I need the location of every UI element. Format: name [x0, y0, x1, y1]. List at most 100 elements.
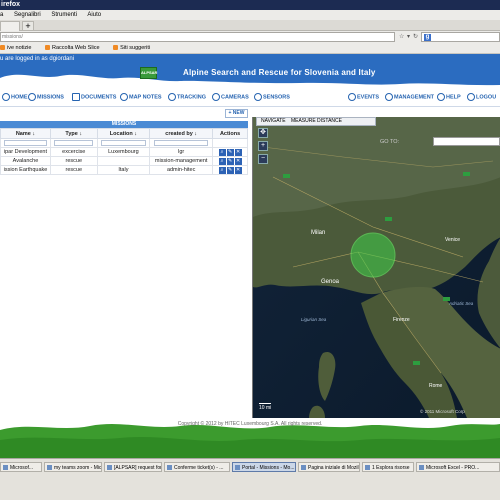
missions-panel: + NEW MISSIONS Name ↓ Type ↓ Location ↓ … [0, 107, 250, 187]
taskbar-item[interactable]: Conferme ticket(s) - ... [164, 462, 230, 472]
bookmark-web-slice[interactable]: Raccolta Web Slice [45, 45, 106, 51]
column-header-type[interactable]: Type ↓ [49, 128, 98, 139]
edit-icon[interactable]: ✎ [226, 166, 234, 174]
taskbar-item[interactable]: [ALPSAR] request for ... [104, 462, 162, 472]
goto-input[interactable] [433, 137, 500, 146]
new-tab-button[interactable]: + [22, 21, 34, 31]
taskbar-item-active[interactable]: Portal - Missions - Mo... [232, 462, 296, 472]
map-zoom-controls: ✥ + − [258, 128, 268, 167]
alpsar-logo: ALPSAR [140, 67, 157, 79]
table-row[interactable]: ission Earthquake rescue Italy admin-hit… [0, 165, 248, 175]
help-icon [437, 93, 445, 101]
app-title: Alpine Search and Rescue for Slovenia an… [183, 68, 376, 77]
delete-icon[interactable]: ✕ [234, 148, 242, 156]
bookmarks-bar: ive notizie Raccolta Web Slice Siti sugg… [0, 43, 500, 54]
delete-icon[interactable]: ✕ [234, 157, 242, 165]
mission-type: rescue [49, 156, 98, 166]
camera-icon [212, 93, 220, 101]
bookmark-suggested[interactable]: Siti suggeriti [113, 45, 156, 51]
mission-location [96, 156, 151, 166]
zoom-out-button[interactable]: − [258, 154, 268, 164]
pan-icon[interactable]: ✥ [258, 128, 268, 138]
column-header-created-by[interactable]: created by ↓ [149, 128, 214, 139]
tab-bar: + [0, 20, 500, 31]
nav-logout[interactable]: LOGOU [467, 93, 496, 101]
menu-item-tools[interactable]: Strumenti [51, 12, 77, 18]
view-icon[interactable]: ⌕ [218, 148, 226, 156]
logout-icon [467, 93, 475, 101]
tab-navigate[interactable]: NAVIGATE [261, 118, 286, 124]
map-pin-icon [120, 93, 128, 101]
nav-documents[interactable]: DOCUMENTS [72, 93, 116, 101]
reload-icon[interactable]: ↻ [413, 33, 418, 40]
type-filter-input[interactable] [54, 140, 94, 146]
management-icon [385, 93, 393, 101]
mission-type: excercise [49, 147, 98, 157]
taskbar-item[interactable]: 1 Esplora risorse [362, 462, 414, 472]
globe-icon [28, 93, 36, 101]
nav-tracking[interactable]: TRACKING [168, 93, 206, 101]
delete-icon[interactable]: ✕ [234, 166, 242, 174]
edit-icon[interactable]: ✎ [226, 148, 234, 156]
row-actions: ⌕ ✎ ✕ [212, 147, 248, 157]
map-label-adriatic: Adriatic Sea [449, 301, 474, 306]
web-slice-icon [45, 45, 50, 51]
bookmark-news[interactable]: ive notizie [0, 45, 37, 51]
star-icon[interactable]: ☆ [399, 33, 404, 40]
column-header-actions: Actions [212, 128, 248, 139]
column-header-location[interactable]: Location ↓ [96, 128, 151, 139]
tracking-icon [168, 93, 176, 101]
taskbar-item[interactable]: Pagina iniziale di Mozill... [298, 462, 360, 472]
view-icon[interactable]: ⌕ [218, 166, 226, 174]
home-icon [2, 93, 10, 101]
location-filter-input[interactable] [101, 140, 146, 146]
search-box[interactable]: g [421, 32, 500, 42]
name-filter-input[interactable] [4, 140, 47, 146]
zoom-in-button[interactable]: + [258, 141, 268, 151]
suggested-sites-icon [113, 45, 119, 51]
dropdown-icon[interactable]: ▾ [407, 33, 410, 40]
created-by-filter-input[interactable] [154, 140, 209, 146]
menu-item-bookmarks[interactable]: Segnalibri [14, 12, 41, 18]
edit-icon[interactable]: ✎ [226, 157, 234, 165]
new-mission-button[interactable]: + NEW [225, 109, 248, 118]
warning-icon [348, 93, 356, 101]
tab-measure-distance[interactable]: MEASURE DISTANCE [291, 118, 342, 124]
google-icon: g [424, 34, 431, 41]
taskbar-item[interactable]: my teams zoom - Micr... [44, 462, 102, 472]
rss-icon [0, 45, 5, 51]
table-row[interactable]: Avalanche rescue mission-management ⌕ ✎ ✕ [0, 156, 248, 166]
map-label-florence: Firenze [393, 317, 410, 323]
nav-home[interactable]: HOME [2, 93, 28, 101]
map-label-venice: Venice [445, 237, 461, 243]
menu-item-file[interactable]: a [0, 12, 3, 18]
goto-label: GO TO: [380, 139, 400, 145]
column-header-name[interactable]: Name ↓ [0, 128, 51, 139]
taskbar-item[interactable]: Microsoft Excel - PRO... [416, 462, 500, 472]
map-attribution: © 2011 Microsoft Corp [420, 409, 465, 414]
nav-management[interactable]: MANAGEMENT [385, 93, 434, 101]
nav-missions[interactable]: MISSIONS [28, 93, 64, 101]
nav-help[interactable]: HELP [437, 93, 461, 101]
browser-tab[interactable] [0, 21, 20, 31]
nav-sensors[interactable]: SENSORS [254, 93, 290, 101]
mission-location: Italy [96, 165, 151, 175]
map-label-rome: Rome [429, 383, 443, 389]
login-status: u are logged in as dgiordani [0, 54, 500, 64]
copyright: Copyright © 2012 by HITEC Luxembourg S.A… [177, 421, 323, 427]
map-label-milan: Milan [311, 230, 326, 236]
url-field[interactable]: missions/ [0, 32, 395, 42]
nav-events[interactable]: EVENTS [348, 93, 379, 101]
map-label-genoa: Genoa [321, 279, 340, 285]
view-icon[interactable]: ⌕ [218, 157, 226, 165]
missions-table: Name ↓ Type ↓ Location ↓ created by ↓ Ac… [0, 128, 248, 175]
nav-map-notes[interactable]: MAP NOTES [120, 93, 162, 101]
sensor-icon [254, 93, 262, 101]
menu-item-help[interactable]: Aiuto [87, 12, 101, 18]
satellite-map[interactable]: Milan Genoa Venice Ligurian Sea Adriatic… [252, 117, 500, 418]
map-scale: 10 mi [259, 403, 272, 411]
document-icon [72, 93, 80, 101]
table-row[interactable]: ipar Development excercise Luxembourg lg… [0, 147, 248, 157]
nav-cameras[interactable]: CAMERAS [212, 93, 249, 101]
taskbar-item[interactable]: Microsof... [0, 462, 42, 472]
